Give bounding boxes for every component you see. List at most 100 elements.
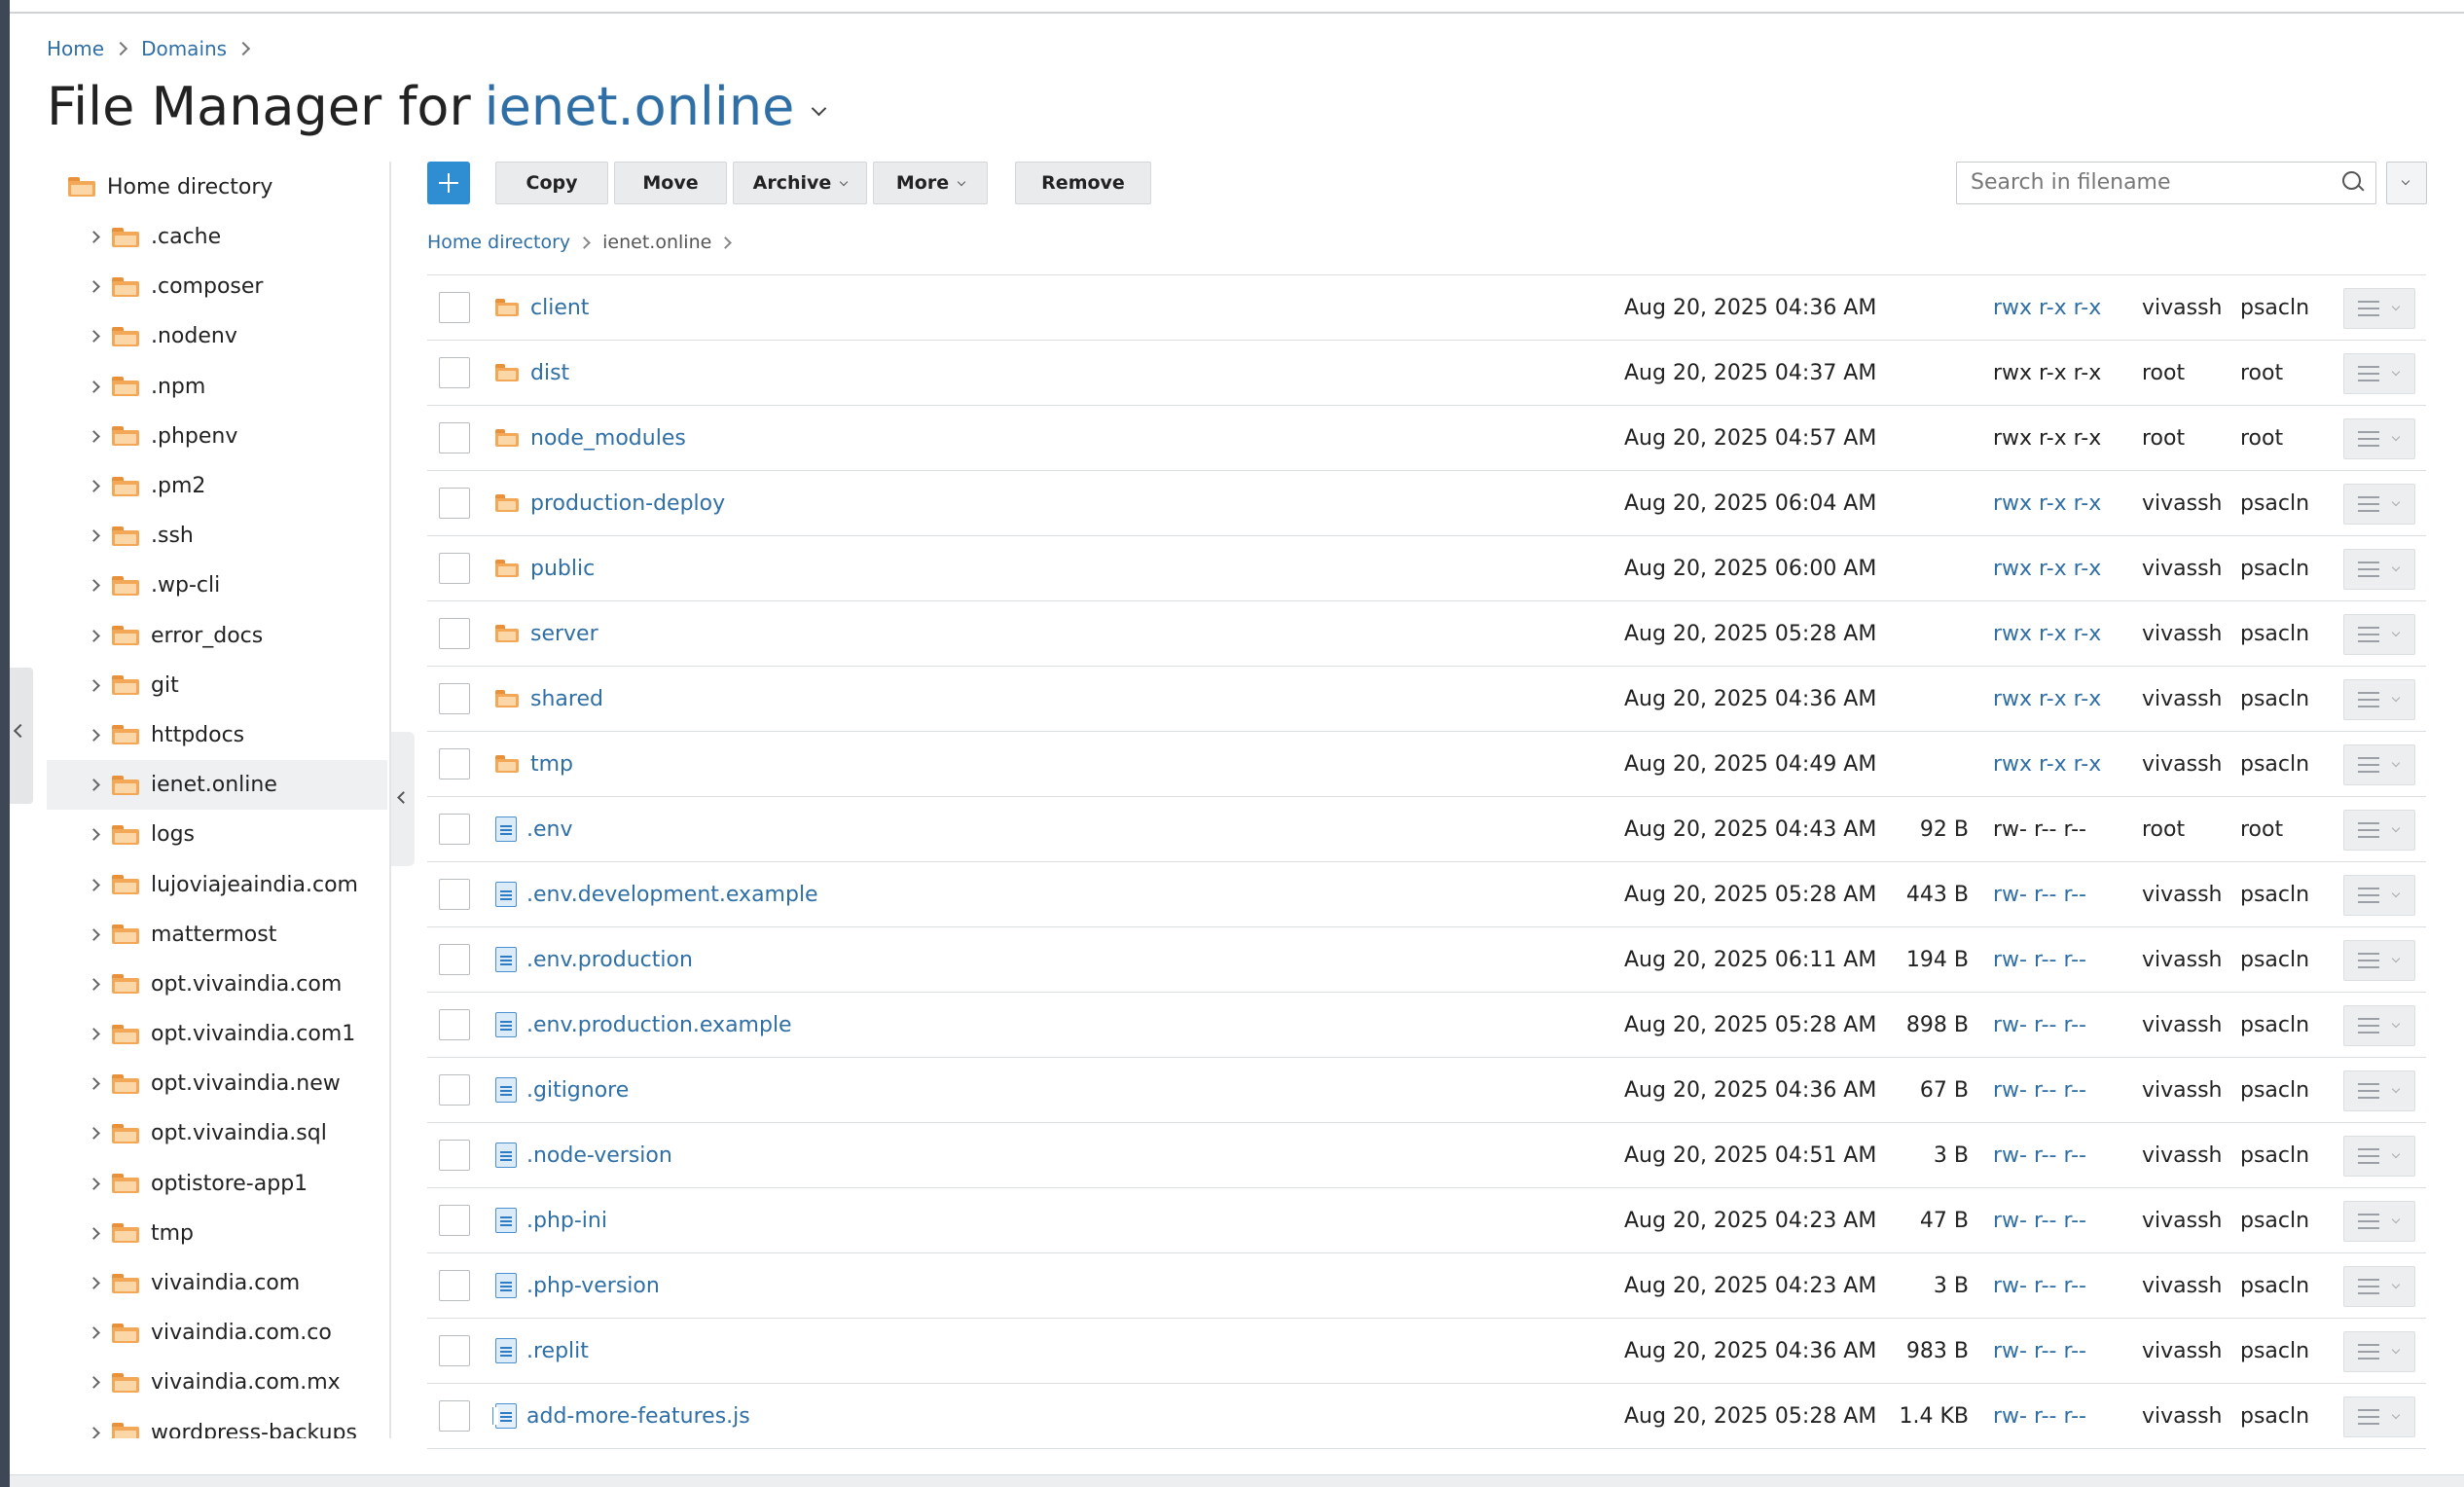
chevron-right-icon[interactable] [88,330,100,344]
file-name-link[interactable]: .node-version [526,1143,672,1168]
file-name-link[interactable]: .env.production.example [526,1013,792,1037]
file-name-link[interactable]: .replit [526,1339,589,1363]
file-name-link[interactable]: .php-ini [526,1209,607,1233]
tree-item[interactable]: vivaindia.com.co [47,1308,387,1358]
file-permissions[interactable]: rw- r-- r-- [1993,1058,2086,1122]
tree-item[interactable]: vivaindia.com [47,1258,387,1308]
more-button[interactable]: More [873,162,988,204]
tree-item[interactable]: ienet.online [47,760,387,811]
file-permissions[interactable]: rw- r-- r-- [1993,1319,2086,1383]
row-checkbox[interactable] [439,1253,470,1318]
file-name-link[interactable]: public [530,557,595,581]
tree-item[interactable]: .ssh [47,511,387,561]
row-checkbox[interactable] [439,275,470,340]
tree-item[interactable]: logs [47,810,387,859]
chevron-right-icon[interactable] [88,1127,100,1141]
row-actions-menu-button[interactable] [2343,679,2415,720]
chevron-right-icon[interactable] [88,1077,100,1091]
row-actions-menu-button[interactable] [2343,1396,2415,1437]
file-name-link[interactable]: node_modules [530,426,686,451]
tree-item[interactable]: .cache [47,212,387,262]
search-input[interactable] [1957,163,2321,201]
file-permissions[interactable]: rwx r-x r-x [1993,536,2101,600]
file-permissions[interactable]: rw- r-- r-- [1993,1188,2086,1252]
chevron-right-icon[interactable] [88,629,100,642]
file-name-link[interactable]: shared [530,687,603,711]
chevron-right-icon[interactable] [88,380,100,393]
breadcrumb-home[interactable]: Home [47,37,104,60]
row-actions-menu-button[interactable] [2343,614,2415,655]
row-actions-menu-button[interactable] [2343,940,2415,981]
chevron-right-icon[interactable] [88,1177,100,1190]
tree-item[interactable]: opt.vivaindia.com [47,960,387,1009]
tree-item[interactable]: .pm2 [47,461,387,511]
tree-item[interactable]: httpdocs [47,710,387,760]
chevron-right-icon[interactable] [88,1376,100,1390]
chevron-right-icon[interactable] [88,1277,100,1289]
row-actions-menu-button[interactable] [2343,418,2415,459]
tree-item[interactable]: optistore-app1 [47,1159,387,1209]
tree-item[interactable]: .composer [47,262,387,311]
file-name-link[interactable]: .env.development.example [526,883,818,907]
row-checkbox[interactable] [439,1058,470,1122]
add-button[interactable] [427,162,470,204]
file-name-link[interactable]: server [530,622,598,646]
tree-item[interactable]: tmp [47,1209,387,1258]
file-name-link[interactable]: .env [526,817,573,842]
file-permissions[interactable]: rwx r-x r-x [1993,732,2101,796]
tree-item[interactable]: .nodenv [47,311,387,361]
file-name-link[interactable]: .gitignore [526,1078,629,1103]
row-checkbox[interactable] [439,1123,470,1187]
path-home-directory[interactable]: Home directory [427,232,570,253]
copy-button[interactable]: Copy [495,162,608,204]
row-actions-menu-button[interactable] [2343,484,2415,525]
row-checkbox[interactable] [439,732,470,796]
row-actions-menu-button[interactable] [2343,810,2415,851]
tree-item[interactable]: mattermost [47,910,387,960]
chevron-right-icon[interactable] [88,1028,100,1040]
tree-item[interactable]: .phpenv [47,412,387,461]
file-permissions[interactable]: rw- r-- r-- [1993,927,2086,992]
domain-switcher[interactable]: ienet.online [485,76,795,137]
file-permissions[interactable]: rwx r-x r-x [1993,275,2101,340]
row-checkbox[interactable] [439,536,470,600]
chevron-right-icon[interactable] [88,280,100,294]
row-checkbox[interactable] [439,406,470,470]
row-checkbox[interactable] [439,1319,470,1383]
file-permissions[interactable]: rwx r-x r-x [1993,667,2101,731]
chevron-right-icon[interactable] [88,429,100,443]
file-permissions[interactable]: rwx r-x r-x [1993,601,2101,666]
remove-button[interactable]: Remove [1015,162,1151,204]
file-name-link[interactable]: add-more-features.js [526,1404,750,1429]
file-name-link[interactable]: .php-version [526,1274,660,1298]
chevron-right-icon[interactable] [88,878,100,891]
row-actions-menu-button[interactable] [2343,288,2415,329]
tree-item[interactable]: error_docs [47,611,387,661]
file-name-link[interactable]: tmp [530,752,573,777]
tree-item[interactable]: lujoviajeaindia.com [47,859,387,909]
chevron-right-icon[interactable] [88,480,100,492]
file-permissions[interactable]: rwx r-x r-x [1993,471,2101,535]
row-checkbox[interactable] [439,471,470,535]
chevron-right-icon[interactable] [88,1326,100,1340]
file-name-link[interactable]: dist [530,361,569,385]
row-checkbox[interactable] [439,1188,470,1252]
row-checkbox[interactable] [439,993,470,1057]
tree-item[interactable]: opt.vivaindia.com1 [47,1009,387,1059]
row-actions-menu-button[interactable] [2343,1005,2415,1046]
row-actions-menu-button[interactable] [2343,1266,2415,1307]
tree-item[interactable]: vivaindia.com.mx [47,1358,387,1407]
chevron-right-icon[interactable] [88,529,100,543]
chevron-right-icon[interactable] [88,828,100,842]
chevron-right-icon[interactable] [88,729,100,742]
file-name-link[interactable]: .env.production [526,948,693,972]
row-checkbox[interactable] [439,797,470,861]
row-actions-menu-button[interactable] [2343,875,2415,916]
breadcrumb-domains[interactable]: Domains [141,37,227,60]
row-checkbox[interactable] [439,927,470,992]
chevron-right-icon[interactable] [88,978,100,991]
chevron-right-icon[interactable] [88,927,100,941]
row-checkbox[interactable] [439,667,470,731]
file-permissions[interactable]: rw- r-- r-- [1993,1253,2086,1318]
sidebar-collapse-handle[interactable] [10,668,33,804]
